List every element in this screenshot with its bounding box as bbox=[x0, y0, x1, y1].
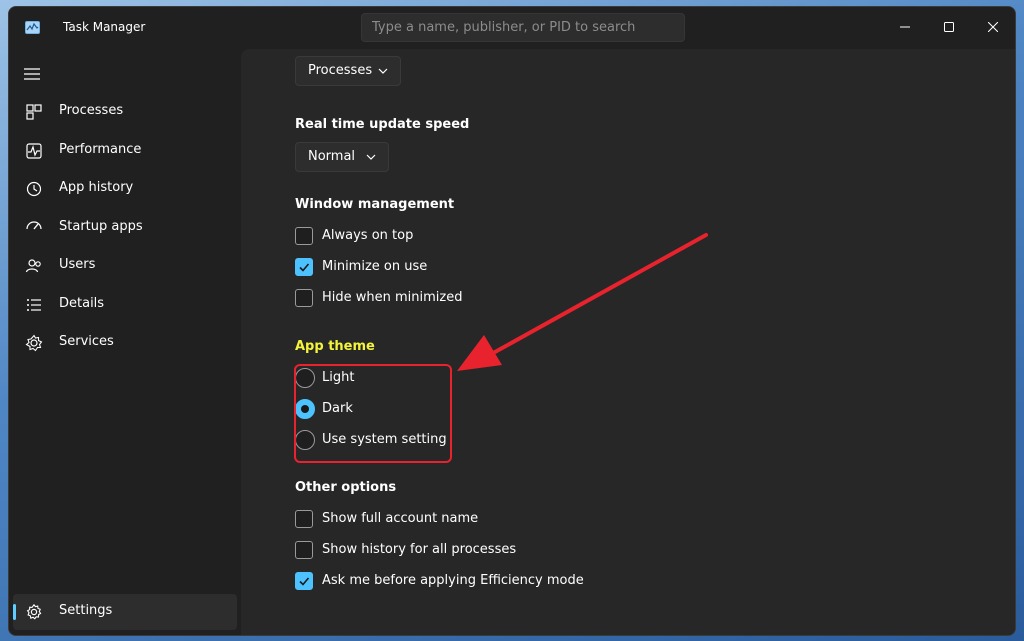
annotation-arrow bbox=[457, 233, 708, 371]
